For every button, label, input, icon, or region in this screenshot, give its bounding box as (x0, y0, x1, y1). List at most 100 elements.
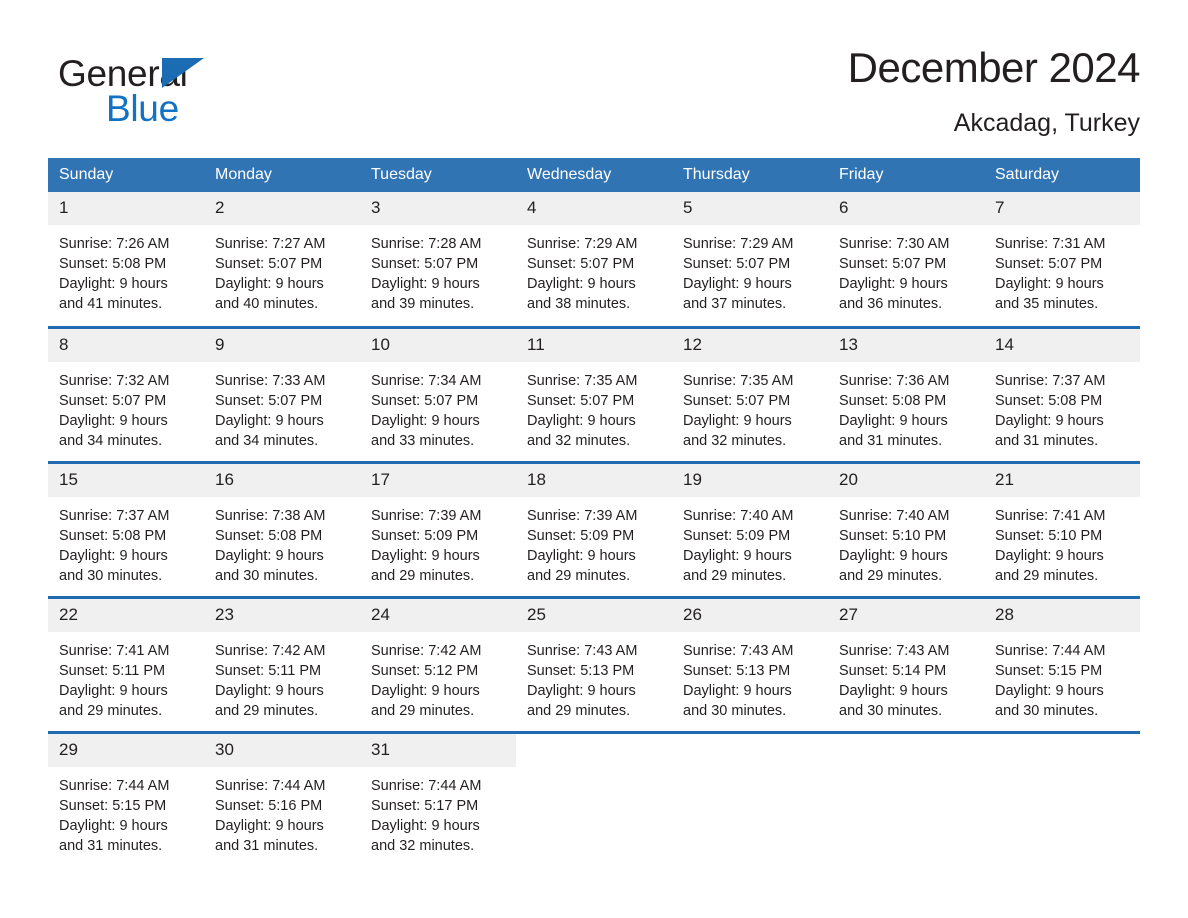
daylight-text-line1: Daylight: 9 hours (371, 276, 480, 292)
calendar-day-cell[interactable]: 3 Sunrise: 7:28 AM Sunset: 5:07 PM Daylight… (360, 192, 516, 327)
sunrise-text: Sunrise: 7:44 AM (59, 777, 170, 794)
calendar-day-cell[interactable]: 19 Sunrise: 7:40 AM Sunset: 5:09 PM Dayligh… (672, 460, 828, 597)
calendar-day-cell[interactable]: 24 Sunrise: 7:42 AM Sunset: 5:12 PM Dayligh… (360, 595, 516, 732)
calendar-day-cell[interactable]: 22 Sunrise: 7:41 AM Sunset: 5:11 PM Dayligh… (48, 595, 204, 732)
calendar-empty-cell (672, 730, 828, 867)
day-number: 4 (516, 192, 672, 225)
general-blue-logo: General Blue (58, 54, 338, 140)
calendar-day-cell[interactable]: 31 Sunrise: 7:44 AM Sunset: 5:17 PM Dayligh… (360, 730, 516, 867)
daylight-text-line1: Daylight: 9 hours (839, 682, 948, 699)
daylight-text-line2: and 29 minutes. (59, 702, 163, 719)
sunrise-text: Sunrise: 7:27 AM (215, 236, 326, 252)
sunset-text: Sunset: 5:07 PM (215, 392, 323, 409)
calendar-day-cell[interactable]: 27 Sunrise: 7:43 AM Sunset: 5:14 PM Dayligh… (828, 595, 984, 732)
calendar-day-cell[interactable]: 26 Sunrise: 7:43 AM Sunset: 5:13 PM Dayligh… (672, 595, 828, 732)
weekday-header-friday: Friday (828, 158, 984, 192)
sunset-text: Sunset: 5:13 PM (683, 662, 791, 679)
sunrise-text: Sunrise: 7:41 AM (995, 507, 1106, 524)
day-number: 11 (516, 328, 672, 362)
daylight-text-line1: Daylight: 9 hours (215, 817, 324, 834)
sunrise-text: Sunrise: 7:37 AM (59, 507, 170, 524)
daylight-text-line1: Daylight: 9 hours (527, 412, 636, 429)
calendar-day-cell[interactable]: 21 Sunrise: 7:41 AM Sunset: 5:10 PM Dayligh… (984, 460, 1140, 597)
daylight-text-line2: and 41 minutes. (59, 296, 163, 312)
calendar-day-cell[interactable]: 7 Sunrise: 7:31 AM Sunset: 5:07 PM Daylight… (984, 192, 1140, 327)
calendar-week-row: 15 Sunrise: 7:37 AM Sunset: 5:08 PM Dayligh… (48, 460, 1140, 597)
day-number (516, 733, 672, 767)
sunrise-text: Sunrise: 7:44 AM (995, 642, 1106, 659)
calendar-day-cell[interactable]: 20 Sunrise: 7:40 AM Sunset: 5:10 PM Dayligh… (828, 460, 984, 597)
sunrise-text: Sunrise: 7:30 AM (839, 236, 950, 252)
sunset-text: Sunset: 5:08 PM (839, 392, 947, 409)
day-number: 15 (48, 463, 204, 497)
daylight-text-line1: Daylight: 9 hours (215, 276, 324, 292)
calendar-day-cell[interactable]: 4 Sunrise: 7:29 AM Sunset: 5:07 PM Daylight… (516, 192, 672, 327)
daylight-text-line1: Daylight: 9 hours (527, 682, 636, 699)
day-details: Sunrise: 7:35 AM Sunset: 5:07 PM Daylight:… (516, 362, 672, 451)
day-details: Sunrise: 7:44 AM Sunset: 5:17 PM Daylight:… (360, 767, 516, 856)
calendar-day-cell[interactable]: 23 Sunrise: 7:42 AM Sunset: 5:11 PM Dayligh… (204, 595, 360, 732)
calendar-day-cell[interactable]: 6 Sunrise: 7:30 AM Sunset: 5:07 PM Daylight… (828, 192, 984, 327)
daylight-text-line1: Daylight: 9 hours (59, 412, 168, 429)
calendar-day-cell[interactable]: 10 Sunrise: 7:34 AM Sunset: 5:07 PM Dayligh… (360, 325, 516, 462)
sunrise-text: Sunrise: 7:39 AM (527, 507, 638, 524)
calendar-day-cell[interactable]: 28 Sunrise: 7:44 AM Sunset: 5:15 PM Dayligh… (984, 595, 1140, 732)
sunrise-text: Sunrise: 7:34 AM (371, 372, 482, 389)
sunset-text: Sunset: 5:07 PM (215, 256, 323, 272)
calendar-day-cell[interactable]: 29 Sunrise: 7:44 AM Sunset: 5:15 PM Dayligh… (48, 730, 204, 867)
sunrise-text: Sunrise: 7:32 AM (59, 372, 170, 389)
calendar-empty-cell (516, 730, 672, 867)
day-details: Sunrise: 7:26 AM Sunset: 5:08 PM Daylight:… (48, 225, 204, 314)
calendar-day-cell[interactable]: 5 Sunrise: 7:29 AM Sunset: 5:07 PM Daylight… (672, 192, 828, 327)
daylight-text-line1: Daylight: 9 hours (215, 547, 324, 564)
calendar-day-cell[interactable]: 12 Sunrise: 7:35 AM Sunset: 5:07 PM Dayligh… (672, 325, 828, 462)
calendar-day-cell[interactable]: 16 Sunrise: 7:38 AM Sunset: 5:08 PM Dayligh… (204, 460, 360, 597)
day-number: 9 (204, 328, 360, 362)
calendar-day-cell[interactable]: 18 Sunrise: 7:39 AM Sunset: 5:09 PM Dayligh… (516, 460, 672, 597)
calendar-day-cell[interactable]: 2 Sunrise: 7:27 AM Sunset: 5:07 PM Daylight… (204, 192, 360, 327)
daylight-text-line1: Daylight: 9 hours (683, 412, 792, 429)
day-number: 21 (984, 463, 1140, 497)
day-details: Sunrise: 7:44 AM Sunset: 5:15 PM Daylight:… (984, 632, 1140, 721)
day-details: Sunrise: 7:27 AM Sunset: 5:07 PM Daylight:… (204, 225, 360, 314)
calendar-day-cell[interactable]: 25 Sunrise: 7:43 AM Sunset: 5:13 PM Dayligh… (516, 595, 672, 732)
calendar-day-cell[interactable]: 1 Sunrise: 7:26 AM Sunset: 5:08 PM Daylight… (48, 192, 204, 327)
sunset-text: Sunset: 5:07 PM (371, 256, 479, 272)
calendar-day-cell[interactable]: 14 Sunrise: 7:37 AM Sunset: 5:08 PM Dayligh… (984, 325, 1140, 462)
daylight-text-line2: and 35 minutes. (995, 296, 1099, 312)
sunset-text: Sunset: 5:07 PM (371, 392, 479, 409)
day-details: Sunrise: 7:31 AM Sunset: 5:07 PM Daylight:… (984, 225, 1140, 314)
sunrise-text: Sunrise: 7:26 AM (59, 236, 170, 252)
daylight-text-line1: Daylight: 9 hours (59, 276, 168, 292)
daylight-text-line1: Daylight: 9 hours (683, 547, 792, 564)
daylight-text-line2: and 29 minutes. (527, 702, 631, 719)
daylight-text-line1: Daylight: 9 hours (59, 547, 168, 564)
calendar-day-cell[interactable]: 15 Sunrise: 7:37 AM Sunset: 5:08 PM Dayligh… (48, 460, 204, 597)
day-details: Sunrise: 7:40 AM Sunset: 5:10 PM Daylight:… (828, 497, 984, 586)
daylight-text-line1: Daylight: 9 hours (995, 276, 1104, 292)
calendar-table: Sunday Monday Tuesday Wednesday Thursday… (48, 158, 1140, 867)
daylight-text-line2: and 36 minutes. (839, 296, 943, 312)
day-details: Sunrise: 7:42 AM Sunset: 5:11 PM Daylight:… (204, 632, 360, 721)
calendar-page: General Blue December 2024 Akcadag, Turk… (0, 0, 1188, 918)
day-details: Sunrise: 7:37 AM Sunset: 5:08 PM Daylight:… (984, 362, 1140, 451)
day-number: 26 (672, 598, 828, 632)
calendar-day-cell[interactable]: 9 Sunrise: 7:33 AM Sunset: 5:07 PM Daylight… (204, 325, 360, 462)
calendar-day-cell[interactable]: 17 Sunrise: 7:39 AM Sunset: 5:09 PM Dayligh… (360, 460, 516, 597)
daylight-text-line2: and 31 minutes. (59, 837, 163, 854)
calendar-day-cell[interactable]: 11 Sunrise: 7:35 AM Sunset: 5:07 PM Dayligh… (516, 325, 672, 462)
calendar-day-cell[interactable]: 13 Sunrise: 7:36 AM Sunset: 5:08 PM Dayligh… (828, 325, 984, 462)
weekday-header-tuesday: Tuesday (360, 158, 516, 192)
sunset-text: Sunset: 5:12 PM (371, 662, 479, 679)
sunset-text: Sunset: 5:08 PM (59, 256, 167, 272)
sunrise-text: Sunrise: 7:40 AM (683, 507, 794, 524)
calendar-day-cell[interactable]: 30 Sunrise: 7:44 AM Sunset: 5:16 PM Dayligh… (204, 730, 360, 867)
sunrise-text: Sunrise: 7:43 AM (839, 642, 950, 659)
daylight-text-line2: and 34 minutes. (59, 432, 163, 449)
sunset-text: Sunset: 5:14 PM (839, 662, 947, 679)
sunset-text: Sunset: 5:07 PM (527, 256, 635, 272)
calendar-day-cell[interactable]: 8 Sunrise: 7:32 AM Sunset: 5:07 PM Daylight… (48, 325, 204, 462)
day-number: 29 (48, 733, 204, 767)
daylight-text-line1: Daylight: 9 hours (839, 276, 948, 292)
daylight-text-line2: and 31 minutes. (839, 432, 943, 449)
